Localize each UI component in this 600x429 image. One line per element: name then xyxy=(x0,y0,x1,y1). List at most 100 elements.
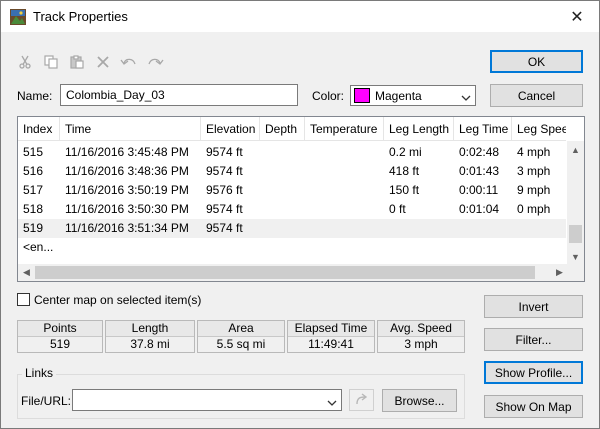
table-cell: 0 mph xyxy=(517,202,551,216)
color-swatch xyxy=(354,88,370,103)
table-cell: 11/16/2016 3:45:48 PM xyxy=(65,145,189,159)
stat-value: 3 mph xyxy=(378,337,464,352)
center-map-checkbox[interactable] xyxy=(17,293,30,306)
table-row[interactable]: 516 11/16/2016 3:48:36 PM 9574 ft 418 ft… xyxy=(18,162,566,181)
table-cell xyxy=(260,162,305,181)
table-cell xyxy=(305,219,384,238)
table-row[interactable]: 515 11/16/2016 3:45:48 PM 9574 ft 0.2 mi… xyxy=(18,143,566,162)
table-cell: 0:01:43 xyxy=(459,164,500,178)
stat-header: Elapsed Time xyxy=(288,321,374,337)
show-profile-button[interactable]: Show Profile... xyxy=(484,361,583,384)
table-cell: 9574 ft xyxy=(206,145,243,159)
table-row[interactable]: 519 11/16/2016 3:51:34 PM 9574 ft xyxy=(18,219,566,238)
column-header[interactable]: Index xyxy=(18,117,60,141)
table-cell: 9574 ft xyxy=(206,202,243,216)
column-header[interactable]: Leg Length xyxy=(384,117,454,141)
table-cell: 418 ft xyxy=(389,164,420,178)
table-cell: 11/16/2016 3:51:34 PM xyxy=(65,221,189,235)
stat-header: Points xyxy=(18,321,102,337)
window-title: Track Properties xyxy=(33,9,128,24)
table-cell: 11/16/2016 3:48:36 PM xyxy=(65,164,189,178)
table-row[interactable]: 518 11/16/2016 3:50:30 PM 9574 ft 0 ft 0… xyxy=(18,200,566,219)
table-cell xyxy=(260,143,305,162)
scissors-icon[interactable] xyxy=(15,53,35,71)
stat-value: 519 xyxy=(18,337,102,352)
browse-button[interactable]: Browse... xyxy=(382,389,457,412)
color-dropdown[interactable]: Magenta xyxy=(350,85,476,106)
column-header[interactable]: Leg Time xyxy=(454,117,512,141)
column-header[interactable]: Temperature xyxy=(305,117,384,141)
go-arrow-icon xyxy=(355,392,369,408)
table-cell: <en... xyxy=(23,240,54,254)
open-link-button[interactable] xyxy=(349,389,374,411)
table-cell xyxy=(305,162,384,181)
stat-area: Area 5.5 sq mi xyxy=(197,320,285,353)
table-cell: 9574 ft xyxy=(206,164,243,178)
undo-icon[interactable] xyxy=(119,53,139,71)
table-cell xyxy=(384,219,454,238)
ok-button[interactable]: OK xyxy=(490,50,583,73)
table-body: 515 11/16/2016 3:45:48 PM 9574 ft 0.2 mi… xyxy=(18,143,566,257)
scroll-thumb[interactable] xyxy=(569,225,582,243)
name-input[interactable]: Colombia_Day_03 xyxy=(60,84,298,106)
column-header[interactable]: Depth xyxy=(260,117,305,141)
table-cell xyxy=(454,219,512,238)
table-cell: 518 xyxy=(23,202,44,216)
column-header[interactable]: Leg Speed xyxy=(512,117,566,141)
table-cell: 11/16/2016 3:50:30 PM xyxy=(65,202,189,216)
stat-points: Points 519 xyxy=(17,320,103,353)
column-header[interactable]: Elevation xyxy=(201,117,260,141)
chevron-down-icon xyxy=(461,91,471,105)
copy-icon[interactable] xyxy=(41,53,61,71)
filter-button[interactable]: Filter... xyxy=(484,328,583,351)
file-url-input[interactable] xyxy=(72,389,342,411)
table-cell xyxy=(305,143,384,162)
color-label: Color: xyxy=(312,89,345,103)
vertical-scrollbar[interactable]: ▲ ▼ xyxy=(567,141,584,265)
table-cell: 516 xyxy=(23,164,44,178)
table-cell: 0 ft xyxy=(389,202,406,216)
cancel-button[interactable]: Cancel xyxy=(490,84,583,107)
scroll-right-icon[interactable]: ▶ xyxy=(551,264,568,281)
stat-avg-speed: Avg. Speed 3 mph xyxy=(377,320,465,353)
scroll-down-icon[interactable]: ▼ xyxy=(567,248,584,265)
invert-button[interactable]: Invert xyxy=(484,295,583,318)
table-row-end[interactable]: <en... xyxy=(18,238,566,257)
stat-elapsed-time: Elapsed Time 11:49:41 xyxy=(287,320,375,353)
table-cell: 517 xyxy=(23,183,44,197)
app-icon xyxy=(10,9,26,25)
scroll-corner xyxy=(567,264,584,281)
horizontal-scrollbar[interactable]: ◀ ▶ xyxy=(18,264,568,281)
paste-icon[interactable] xyxy=(67,53,87,71)
column-header[interactable]: Time xyxy=(60,117,201,141)
links-group-title: Links xyxy=(22,366,57,380)
track-points-table[interactable]: Index Time Elevation Depth Temperature L… xyxy=(17,116,585,282)
delete-icon[interactable] xyxy=(93,53,113,71)
scroll-left-icon[interactable]: ◀ xyxy=(18,264,35,281)
show-on-map-button[interactable]: Show On Map xyxy=(484,395,583,418)
redo-icon[interactable] xyxy=(145,53,165,71)
table-cell: 519 xyxy=(23,221,44,235)
scroll-thumb[interactable] xyxy=(35,266,535,279)
center-map-label[interactable]: Center map on selected item(s) xyxy=(34,293,201,307)
file-url-label: File/URL: xyxy=(21,394,72,408)
chevron-down-icon[interactable] xyxy=(327,396,337,410)
stat-value: 37.8 mi xyxy=(106,337,194,352)
table-cell xyxy=(512,219,566,238)
scroll-up-icon[interactable]: ▲ xyxy=(567,141,584,158)
table-cell: 9576 ft xyxy=(206,183,243,197)
table-cell: 9 mph xyxy=(517,183,551,197)
table-cell xyxy=(260,219,305,238)
table-cell: 150 ft xyxy=(389,183,420,197)
stat-header: Avg. Speed xyxy=(378,321,464,337)
table-row[interactable]: 517 11/16/2016 3:50:19 PM 9576 ft 150 ft… xyxy=(18,181,566,200)
color-value: Magenta xyxy=(375,89,422,103)
table-cell: 3 mph xyxy=(517,164,551,178)
table-cell xyxy=(260,181,305,200)
track-stats: Points 519 Length 37.8 mi Area 5.5 sq mi… xyxy=(17,320,465,353)
close-icon[interactable]: ✕ xyxy=(555,1,599,32)
table-cell: 0:02:48 xyxy=(459,145,500,159)
table-cell: 0:01:04 xyxy=(459,202,500,216)
stat-header: Area xyxy=(198,321,284,337)
table-cell: 0.2 mi xyxy=(389,145,422,159)
